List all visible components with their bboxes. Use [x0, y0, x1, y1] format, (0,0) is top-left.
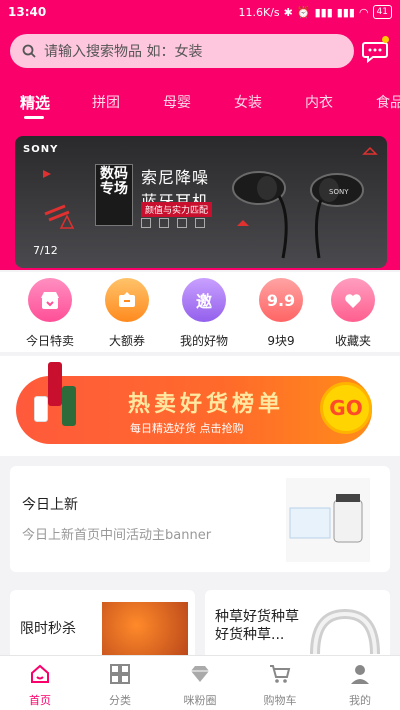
battery-indicator: 41	[372, 5, 392, 19]
entry-label: 大额券	[108, 334, 145, 348]
nav-label: 分类	[109, 694, 131, 707]
nav-cart[interactable]: 购物车	[250, 662, 310, 708]
heart-icon	[331, 278, 375, 322]
decor-triangles	[43, 146, 378, 229]
diamond-icon	[191, 666, 209, 682]
nav-profile[interactable]: 我的	[330, 662, 390, 708]
active-tab-indicator	[24, 116, 44, 119]
entry-label: 9块9	[267, 334, 295, 348]
search-icon	[22, 44, 36, 58]
entry-nine-nine[interactable]: 9.9 9块9	[246, 278, 316, 349]
flash-sale-image	[102, 602, 188, 660]
entry-label: 我的好物	[179, 334, 228, 348]
home-icon	[31, 664, 49, 683]
go-button[interactable]: GO	[320, 382, 372, 434]
entry-my-goods[interactable]: 邀 我的好物	[169, 278, 239, 349]
feature-cards: 限时秒杀 种草好货种草好货种草...	[0, 590, 400, 660]
promo-title: 热卖好货榜单	[128, 392, 285, 417]
search-input[interactable]: 请输入搜索物品 如：女装	[10, 34, 354, 68]
new-arrivals-subtitle: 今日上新首页中间活动主banner	[22, 528, 212, 543]
entry-label: 收藏夹	[334, 334, 371, 348]
entry-big-coupon[interactable]: 大额券	[92, 278, 162, 349]
bottom-nav: 首页 分类 咪粉圈 购物车 我的	[0, 655, 400, 710]
cart-icon	[270, 665, 291, 683]
search-placeholder: 请输入搜索物品 如：女装	[44, 44, 203, 60]
product-image	[286, 478, 370, 562]
new-arrivals-card[interactable]: 今日上新 今日上新首页中间活动主banner	[10, 466, 390, 572]
nav-label: 我的	[349, 694, 371, 707]
tab-womens[interactable]: 女装	[234, 92, 262, 112]
neck-massager-image	[310, 608, 380, 655]
carousel-banner[interactable]: SONY 数码专场 索尼降噪 蓝牙耳机 颜值与实力匹配 SONY 7/12	[15, 136, 387, 268]
nav-category[interactable]: 分类	[90, 662, 150, 708]
nav-label: 首页	[29, 694, 51, 707]
recommend-title: 种草好货种草好货种草...	[215, 609, 299, 643]
entry-daily-sale[interactable]: 今日特卖	[15, 278, 85, 349]
category-tabs: 精选 拼团 母婴 女装 内衣 食品	[0, 92, 400, 124]
nav-label: 购物车	[263, 694, 297, 707]
status-icons: 11.6K/s ✱ ⏰ ▮▮▮ ▮▮▮ ◠ 41	[239, 5, 392, 19]
shop-icon	[28, 278, 72, 322]
wifi-icon: ◠	[358, 5, 369, 19]
recommend-card[interactable]: 种草好货种草好货种草...	[205, 590, 390, 660]
bluetooth-icon: ✱	[283, 5, 293, 19]
new-arrivals-title: 今日上新	[22, 497, 78, 513]
tab-group-buy[interactable]: 拼团	[92, 92, 120, 112]
nav-fan-circle[interactable]: 咪粉圈	[170, 662, 230, 708]
promo-subtitle: 每日精选好货 点击抢购	[130, 422, 244, 435]
grid-icon	[110, 664, 130, 684]
person-icon	[351, 665, 369, 684]
coupon-icon	[105, 278, 149, 322]
status-bar: 13:40 11.6K/s ✱ ⏰ ▮▮▮ ▮▮▮ ◠ 41	[0, 0, 400, 26]
quick-entries: 今日特卖 大额券 邀 我的好物 9.9 9块9 收藏夹	[0, 272, 400, 352]
nav-label: 咪粉圈	[183, 694, 217, 707]
product-bottle	[34, 396, 48, 422]
tab-featured[interactable]: 精选	[20, 92, 50, 113]
message-button[interactable]	[362, 36, 389, 64]
entry-favorites[interactable]: 收藏夹	[318, 278, 388, 349]
tab-baby[interactable]: 母婴	[163, 92, 191, 112]
price-99-icon: 9.9	[259, 278, 303, 322]
signal-icon: ▮▮▮	[336, 5, 355, 19]
entry-label: 今日特卖	[25, 334, 74, 348]
flash-sale-card[interactable]: 限时秒杀	[10, 590, 195, 660]
product-bottle	[48, 362, 62, 406]
invite-glyph: 邀	[195, 292, 212, 311]
price-99-glyph: 9.9	[266, 290, 296, 310]
invite-icon: 邀	[182, 278, 226, 322]
carousel-counter: 7/12	[33, 244, 58, 257]
status-time: 13:40	[8, 5, 47, 19]
nav-home[interactable]: 首页	[10, 662, 70, 708]
product-bottle	[62, 386, 76, 426]
tab-lingerie[interactable]: 内衣	[305, 92, 333, 112]
alarm-icon: ⏰	[296, 5, 311, 19]
hot-sale-banner[interactable]: 热卖好货榜单 每日精选好货 点击抢购 GO	[0, 356, 400, 456]
flash-sale-title: 限时秒杀	[20, 621, 76, 637]
tab-food[interactable]: 食品	[376, 92, 400, 112]
status-speed: 11.6K/s	[238, 5, 280, 19]
signal-icon: ▮▮▮	[314, 5, 333, 19]
notification-dot	[382, 36, 389, 43]
